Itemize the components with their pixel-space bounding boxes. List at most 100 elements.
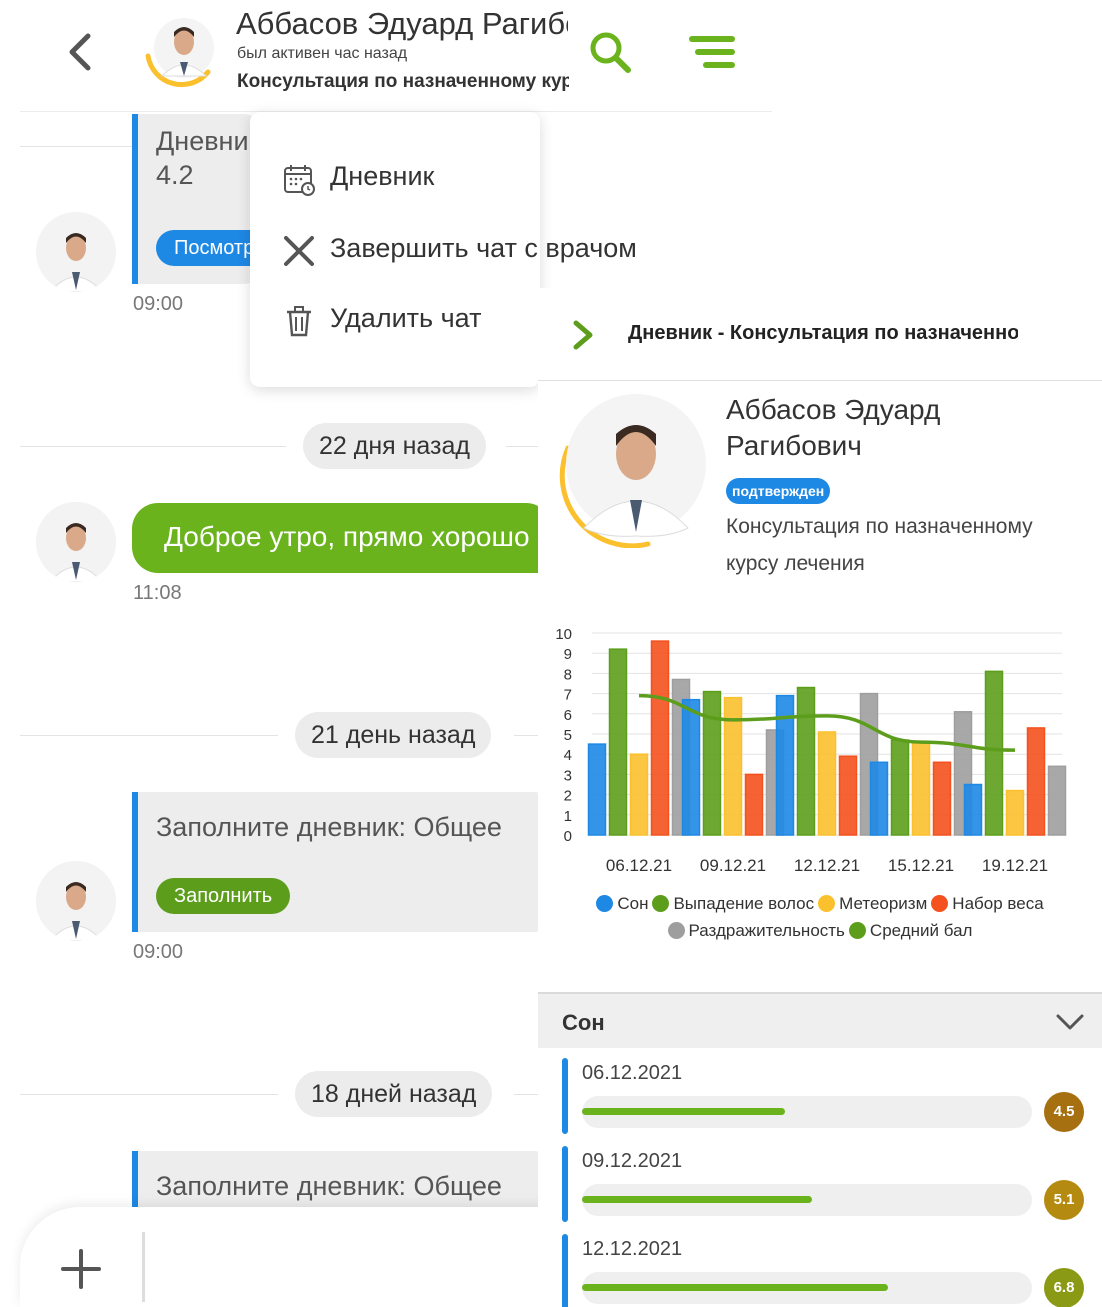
chart-legend: Сон Выпадение волос Метеоризм Набор веса Ра…: [538, 890, 1102, 944]
bar: [1047, 765, 1067, 836]
legend-label: Средний бал: [869, 921, 973, 940]
bar: [629, 753, 649, 836]
x-tick-label: 12.12.21: [794, 856, 860, 875]
diary-card-value: 4.2: [156, 160, 194, 190]
fill-button[interactable]: Заполнить: [156, 878, 291, 914]
score-badge: 5.1: [1044, 1180, 1084, 1220]
legend-item[interactable]: Сон: [596, 890, 648, 917]
bar: [911, 741, 931, 836]
divider: [514, 735, 538, 736]
attach-button[interactable]: [58, 1246, 104, 1292]
bar: [681, 698, 701, 836]
menu-button[interactable]: [688, 32, 736, 72]
bar: [744, 773, 764, 836]
message-text: Доброе утро, прямо хорошо: [164, 521, 530, 552]
x-tick-label: 19.12.21: [982, 856, 1048, 875]
y-tick-label: 6: [564, 707, 572, 724]
entry-date: 12.12.2021: [582, 1238, 683, 1260]
doctor-avatar: [548, 388, 708, 549]
menu-item-diary[interactable]: Дневник: [250, 148, 540, 204]
bar: [932, 761, 952, 836]
x-tick-label: 15.12.21: [888, 856, 954, 875]
collapse-panel-button[interactable]: [568, 318, 598, 352]
legend-item[interactable]: Средний бал: [848, 917, 973, 944]
doctor-name: Аббасов Эдуард Рагибович: [726, 392, 940, 464]
bar: [608, 648, 628, 836]
message-bubble[interactable]: Доброе утро, прямо хорошо: [132, 503, 552, 573]
diary-request-text: Заполните дневник: Общее: [156, 812, 502, 842]
diary-request-card: Заполните дневник: Общее Заполнить: [132, 792, 552, 932]
y-tick-label: 5: [564, 727, 572, 744]
trash-icon: [287, 306, 311, 337]
diary-chart: 0 1 2 3 4 5 6 7 8 9 10 06.12.21 09.12.21 12.12.21 15.1…: [555, 626, 1067, 875]
section-title: Сон: [562, 1010, 605, 1035]
chevron-left-icon: [69, 33, 91, 71]
status-badge: подтвержден: [726, 478, 831, 504]
entry-date: 09.12.2021: [582, 1150, 683, 1172]
chat-status: был активен час назад: [237, 45, 408, 62]
avatar: [36, 502, 116, 582]
back-button[interactable]: [60, 28, 104, 76]
legend-item[interactable]: Выпадение волос: [652, 890, 814, 917]
legend-item[interactable]: Метеоризм: [818, 890, 927, 917]
search-button[interactable]: [586, 28, 634, 76]
course-name-line: Консультация по назначенному: [726, 515, 1033, 538]
y-tick-label: 8: [564, 666, 572, 683]
avatar: [36, 212, 116, 292]
diary-entry-row[interactable]: 09.12.2021 5.1: [562, 1146, 1102, 1222]
avatar: [36, 861, 116, 941]
score-badge: 4.5: [1044, 1092, 1084, 1132]
legend-item[interactable]: Раздражительность: [667, 917, 845, 944]
progress-fill: [582, 1196, 812, 1203]
calendar-icon: [284, 165, 315, 196]
doctor-name-line: Рагибович: [726, 430, 862, 461]
panel-title: Дневник - Консультация по назначенному к…: [628, 322, 1018, 344]
row-accent: [562, 1146, 568, 1222]
diary-entry-row[interactable]: 06.12.2021 4.5: [562, 1058, 1102, 1134]
bar: [587, 743, 607, 836]
legend-dot: [848, 922, 866, 939]
chevron-right-icon: [573, 320, 593, 350]
plus-icon: [61, 1249, 101, 1289]
y-tick-label: 0: [564, 828, 572, 845]
chat-subtitle: Консультация по назначенному курсу лечен…: [237, 71, 569, 92]
bar: [817, 731, 837, 836]
x-tick-label: 09.12.21: [700, 856, 766, 875]
y-tick-label: 3: [564, 767, 572, 784]
progress-fill: [582, 1284, 888, 1291]
score-badge: 6.8: [1044, 1268, 1084, 1307]
row-accent: [562, 1058, 568, 1134]
y-tick-label: 10: [555, 626, 572, 643]
diary-entry-row[interactable]: 12.12.2021 6.8: [562, 1234, 1102, 1307]
legend-label: Метеоризм: [839, 894, 928, 913]
chat-title: Аббасов Эдуард Рагибович: [236, 6, 568, 41]
bar: [963, 783, 983, 836]
diary-card: Дневник 4.2 Посмотреть: [132, 114, 276, 284]
bar: [1005, 789, 1025, 836]
close-icon: [284, 236, 314, 266]
menu-item-end-chat[interactable]: Завершить чат с врачом: [250, 220, 650, 276]
diary-panel: Дневник - Консультация по назначенному к…: [538, 288, 1102, 1307]
divider: [514, 1094, 538, 1095]
menu-item-label: Удалить чат: [330, 303, 482, 333]
course-name: Консультация по назначенному курсу лечен…: [726, 508, 1076, 582]
row-accent: [562, 1234, 568, 1307]
progress-fill: [582, 1108, 785, 1115]
divider: [506, 446, 538, 447]
chat-menu: Дневник Завершить чат с врачом Удалить ч…: [250, 112, 637, 387]
course-name-line: курсу лечения: [726, 552, 865, 575]
bar: [702, 690, 722, 836]
y-tick-label: 7: [564, 687, 572, 704]
entry-date: 06.12.2021: [582, 1062, 683, 1084]
message-time: 11:08: [133, 582, 182, 604]
message-input[interactable]: [142, 1232, 542, 1302]
bar: [796, 686, 816, 836]
header-avatar[interactable]: [138, 6, 222, 90]
divider: [20, 446, 286, 447]
menu-item-delete-chat[interactable]: Удалить чат: [250, 290, 540, 346]
chevron-down-icon: [1056, 1014, 1084, 1030]
legend-item[interactable]: Набор веса: [931, 890, 1044, 917]
section-header-sleep[interactable]: Сон: [538, 992, 1102, 1048]
x-tick-label: 06.12.21: [606, 856, 672, 875]
message-time: 09:00: [133, 941, 184, 963]
